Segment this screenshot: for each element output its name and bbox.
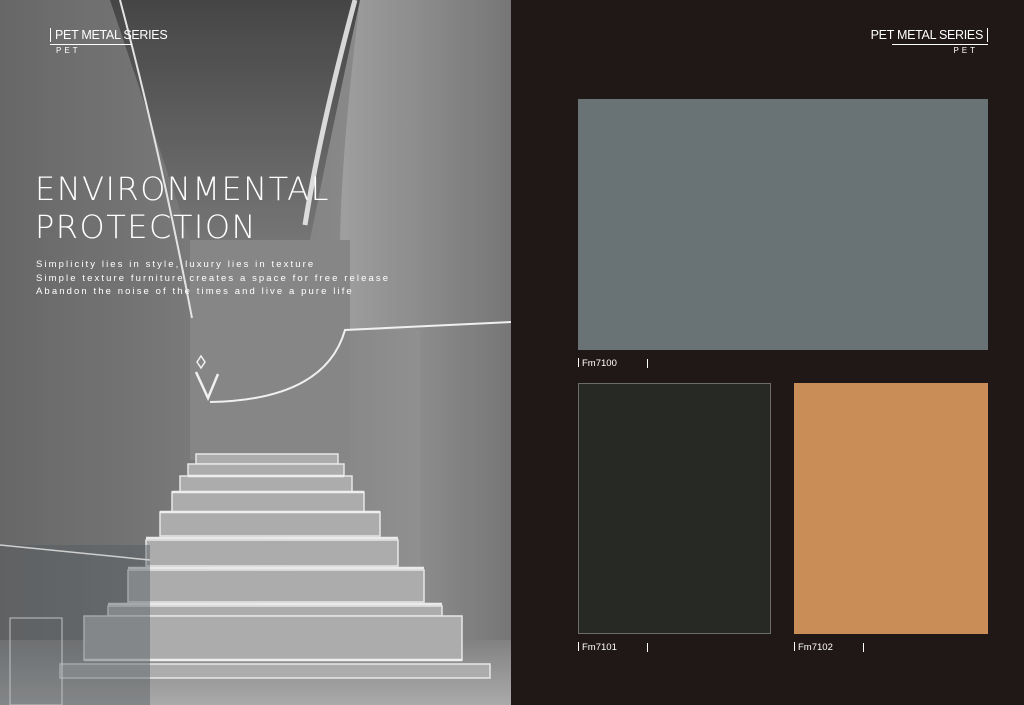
swatch-code: Fm7102 bbox=[798, 642, 833, 653]
tagline-line-3: Abandon the noise of the times and live … bbox=[36, 286, 354, 297]
staircase-photo bbox=[0, 0, 511, 705]
brand-mark-right: PET METAL SERIES PET bbox=[871, 28, 988, 56]
swatch-fm7101 bbox=[578, 383, 771, 634]
label-bar bbox=[863, 643, 864, 652]
headline-line-1: ENVIRONMENTAL bbox=[35, 170, 330, 208]
headline: ENVIRONMENTAL PROTECTION bbox=[35, 170, 330, 246]
catalog-spread: PET METAL SERIES PET ENVIRONMENTAL PROTE… bbox=[0, 0, 1024, 705]
label-bar bbox=[647, 359, 648, 368]
label-bar bbox=[578, 358, 579, 367]
headline-line-2: PROTECTION bbox=[35, 208, 257, 246]
swatch-label-fm7101: Fm7101 bbox=[578, 642, 648, 653]
brand-name: PET METAL SERIES bbox=[871, 28, 988, 42]
tagline-line-2: Simple texture furniture creates a space… bbox=[36, 272, 391, 284]
swatch-fm7100 bbox=[578, 99, 988, 350]
swatch-label-fm7102: Fm7102 bbox=[794, 642, 864, 653]
brand-sub: PET bbox=[953, 46, 978, 55]
swatch-code: Fm7100 bbox=[582, 358, 617, 369]
left-page: PET METAL SERIES PET ENVIRONMENTAL PROTE… bbox=[0, 0, 511, 705]
swatch-label-fm7100: Fm7100 bbox=[578, 358, 648, 369]
tagline-line-1: Simplicity lies in style, luxury lies in… bbox=[36, 259, 316, 270]
brand-sub: PET bbox=[56, 46, 81, 55]
right-page: PET METAL SERIES PET Fm7100 Fm7101 Fm710… bbox=[511, 0, 1024, 705]
swatch-fm7102 bbox=[794, 383, 988, 634]
label-bar bbox=[578, 642, 579, 651]
swatch-code: Fm7101 bbox=[582, 642, 617, 653]
brand-name: PET METAL SERIES bbox=[50, 28, 168, 42]
tagline: Simplicity lies in style, luxury lies in… bbox=[36, 258, 390, 299]
label-bar bbox=[794, 642, 795, 651]
label-bar bbox=[647, 643, 648, 652]
brand-mark-left: PET METAL SERIES PET bbox=[50, 28, 168, 56]
